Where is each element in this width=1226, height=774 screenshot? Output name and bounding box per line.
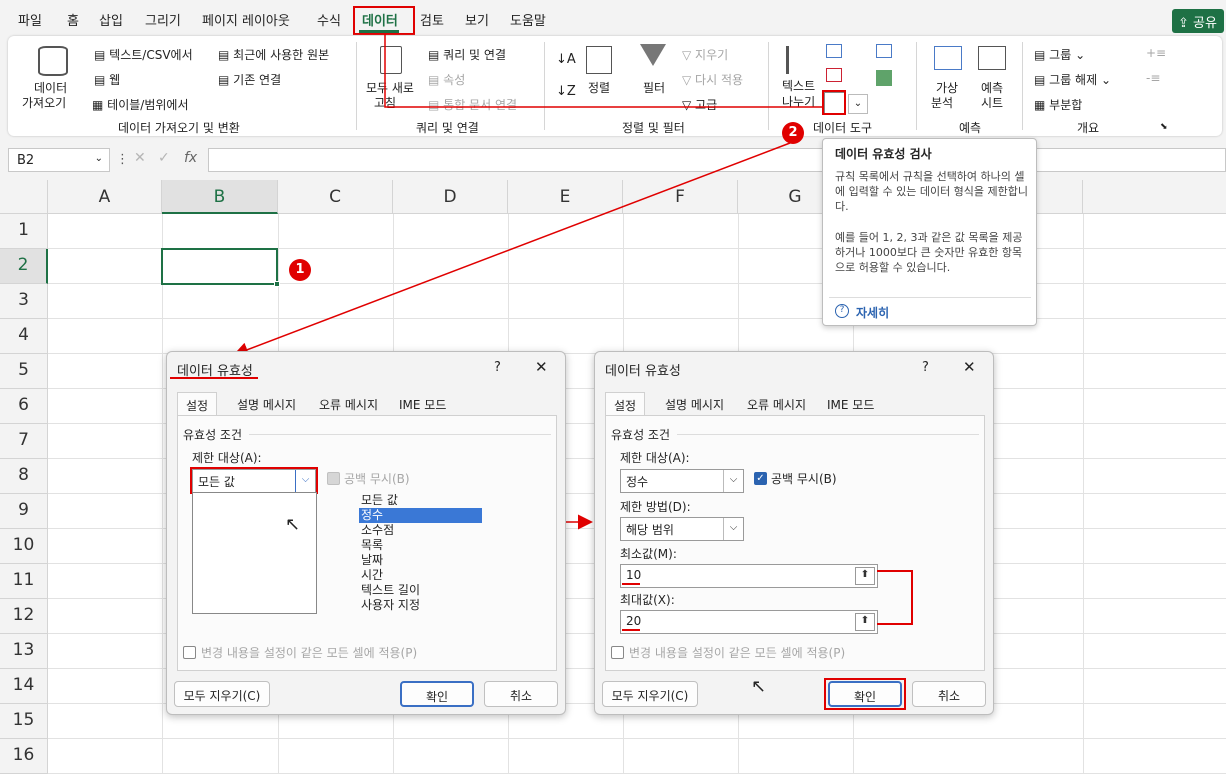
data-select-value: 해당 범위 xyxy=(626,523,674,537)
close-icon[interactable]: ✕ xyxy=(963,358,976,376)
section-label: 유효성 조건 xyxy=(183,428,243,442)
tooltip-paragraph-1: 규칙 목록에서 규칙을 선택하여 하나의 셀에 입력할 수 있는 데이터 형식을… xyxy=(835,170,1029,213)
apply-all-checkbox[interactable] xyxy=(183,646,196,659)
dialog-title: 데이터 유효성 xyxy=(605,364,681,379)
data-validation-tooltip: 데이터 유효성 검사 규칙 목록에서 규칙을 선택하여 하나의 셀에 입력할 수… xyxy=(822,138,1037,326)
allow-select[interactable]: 정수 ⌵ xyxy=(620,469,744,493)
ignore-blank-label: 공백 무시(B) xyxy=(771,472,837,486)
section-label: 유효성 조건 xyxy=(611,428,671,442)
collapse-dialog-icon[interactable]: ⬆ xyxy=(855,567,875,585)
mouse-cursor-icon: ↖ xyxy=(285,514,301,535)
step-badge-1: 1 xyxy=(289,259,311,281)
cancel-button[interactable]: 취소 xyxy=(484,681,558,707)
clear-all-button[interactable]: 모두 지우기(C) xyxy=(602,681,698,707)
tab-input-message[interactable]: 설명 메시지 xyxy=(657,392,732,416)
list-item[interactable]: 모든 값 xyxy=(359,493,482,508)
clear-all-button[interactable]: 모두 지우기(C) xyxy=(174,681,270,707)
close-icon[interactable]: ✕ xyxy=(535,358,548,376)
list-item-selected[interactable]: 정수 xyxy=(359,508,482,523)
list-item[interactable]: 시간 xyxy=(359,568,482,583)
minimum-label: 최소값(M): xyxy=(620,547,677,561)
tab-settings[interactable]: 설정 xyxy=(605,392,646,416)
tooltip-more-link[interactable]: 자세히 xyxy=(856,304,889,321)
tab-error-alert[interactable]: 오류 메시지 xyxy=(739,392,814,416)
min-underline xyxy=(622,583,640,585)
data-validation-dialog-2: 데이터 유효성 ? ✕ 설정 설명 메시지 오류 메시지 IME 모드 유효성 … xyxy=(594,351,994,715)
allow-dropdown-list xyxy=(192,492,317,614)
title-underline xyxy=(170,377,258,379)
allow-select-value: 정수 xyxy=(626,475,649,489)
apply-all-checkbox[interactable] xyxy=(611,646,624,659)
section-divider xyxy=(249,434,551,435)
max-underline xyxy=(622,629,640,631)
bracket-min-max xyxy=(877,570,913,625)
list-item[interactable]: 소수점 xyxy=(359,523,482,538)
help-icon: ? xyxy=(835,304,849,318)
data-label: 제한 방법(D): xyxy=(620,500,691,514)
list-item[interactable]: 텍스트 길이 xyxy=(359,583,482,598)
step-badge-2: 2 xyxy=(782,122,804,144)
arrow-tab-to-tool xyxy=(384,34,822,108)
allow-label: 제한 대상(A): xyxy=(620,451,690,465)
ignore-blank-label: 공백 무시(B) xyxy=(344,472,410,486)
apply-all-label: 변경 내용을 설정이 같은 모든 셀에 적용(P) xyxy=(629,646,846,660)
apply-all-label: 변경 내용을 설정이 같은 모든 셀에 적용(P) xyxy=(201,646,418,660)
tab-settings[interactable]: 설정 xyxy=(177,392,218,416)
arrow-tool-to-dialog xyxy=(233,142,791,357)
mouse-cursor-icon: ↖ xyxy=(751,676,767,697)
maximum-input[interactable]: 20 ⬆ xyxy=(620,610,878,634)
maximum-label: 최대값(X): xyxy=(620,593,675,607)
tooltip-divider xyxy=(829,297,1031,298)
ok-button[interactable]: 확인 xyxy=(400,681,474,707)
list-item[interactable]: 사용자 지정 xyxy=(359,598,482,613)
data-select[interactable]: 해당 범위 ⌵ xyxy=(620,517,744,541)
tab-ime-mode[interactable]: IME 모드 xyxy=(819,392,882,416)
chevron-down-icon[interactable]: ⌵ xyxy=(723,518,743,540)
cancel-button[interactable]: 취소 xyxy=(912,681,986,707)
allow-label: 제한 대상(A): xyxy=(192,451,262,465)
help-button[interactable]: ? xyxy=(494,360,501,375)
highlight-allow-select xyxy=(190,467,318,494)
minimum-input[interactable]: 10 ⬆ xyxy=(620,564,878,588)
ignore-blank-checkbox[interactable]: ✓ xyxy=(754,472,767,485)
collapse-dialog-icon[interactable]: ⬆ xyxy=(855,613,875,631)
minimum-value: 10 xyxy=(626,568,642,582)
chevron-down-icon[interactable]: ⌵ xyxy=(723,470,743,492)
tooltip-paragraph-2: 예를 들어 1, 2, 3과 같은 값 목록을 제공하거나 1000보다 큰 숫… xyxy=(835,231,1023,274)
list-item[interactable]: 목록 xyxy=(359,538,482,553)
list-item[interactable]: 날짜 xyxy=(359,553,482,568)
highlight-ok-button xyxy=(824,678,906,710)
ignore-blank-checkbox[interactable] xyxy=(327,472,340,485)
tab-ime-mode[interactable]: IME 모드 xyxy=(391,392,454,416)
help-button[interactable]: ? xyxy=(922,360,929,375)
section-divider xyxy=(677,434,979,435)
tab-input-message[interactable]: 설명 메시지 xyxy=(229,392,304,416)
tooltip-title: 데이터 유효성 검사 xyxy=(835,147,932,161)
data-validation-dialog-1: 데이터 유효성 ? ✕ 설정 설명 메시지 오류 메시지 IME 모드 유효성 … xyxy=(166,351,566,715)
tab-error-alert[interactable]: 오류 메시지 xyxy=(311,392,386,416)
maximum-value: 20 xyxy=(626,614,642,628)
